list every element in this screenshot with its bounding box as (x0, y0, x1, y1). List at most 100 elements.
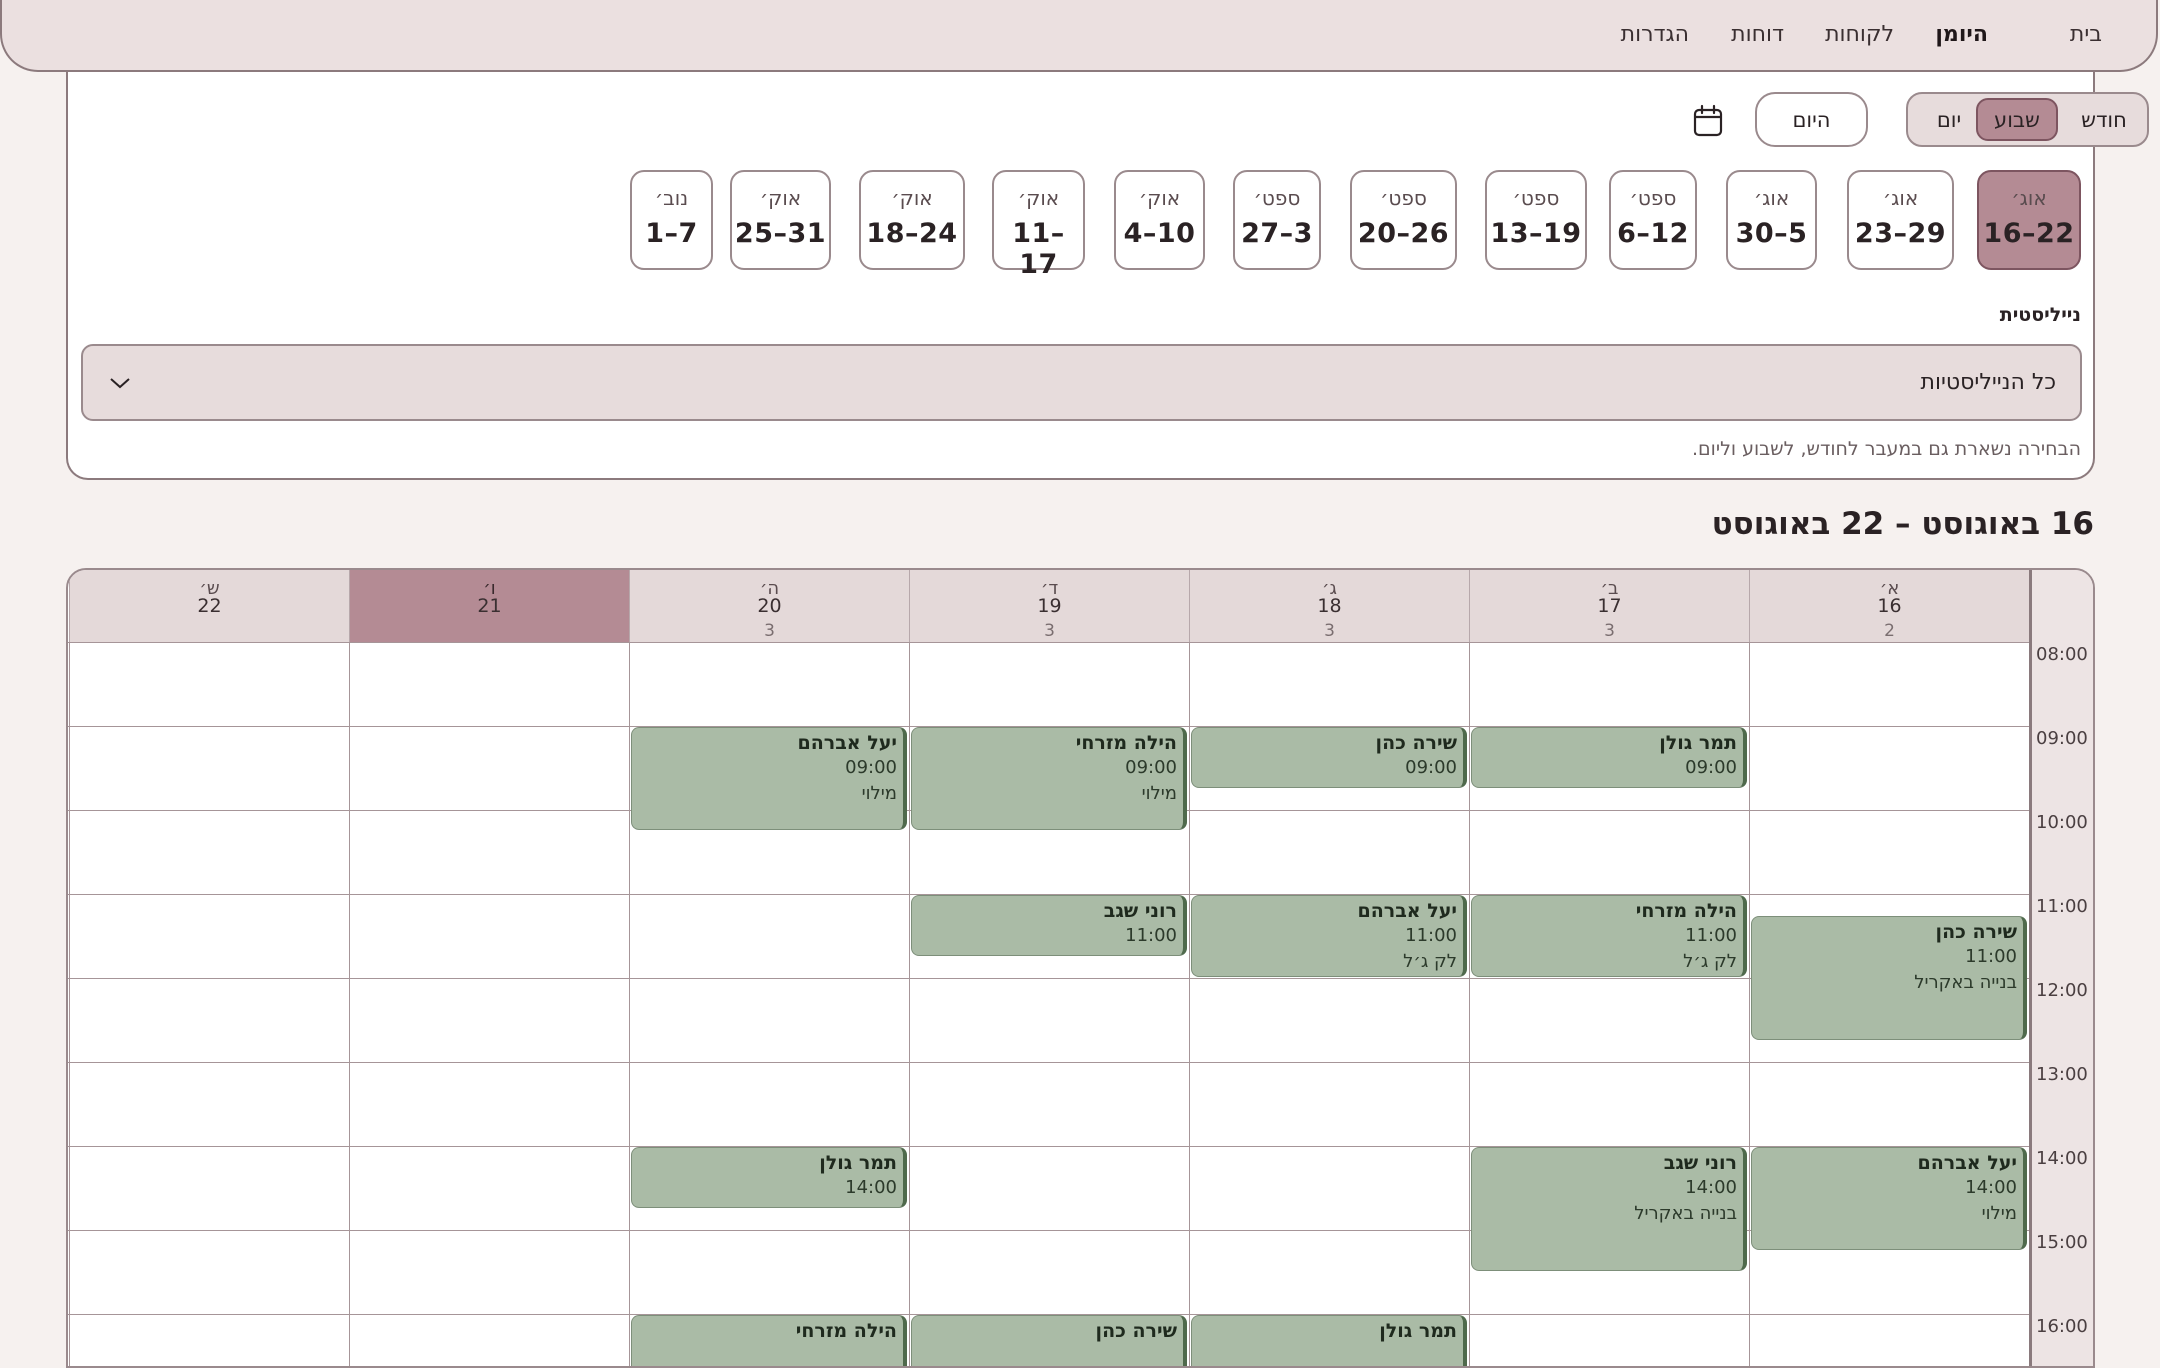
week-chip-month: נוב׳ (654, 186, 689, 210)
appointment-card[interactable]: רוני שגב 11:00 (911, 895, 1187, 956)
nav-reports[interactable]: דוחות (1731, 22, 1784, 47)
appointment-client: יעל אברהם (1357, 900, 1458, 922)
week-chip-range: 13–19 (1490, 218, 1582, 249)
view-day-button[interactable]: יום (1914, 98, 1984, 141)
appointment-client: הילה מזרחי (1635, 900, 1737, 922)
week-chip-range: 27–3 (1241, 218, 1313, 249)
time-label: 15:00 (2036, 1232, 2088, 1253)
week-chip[interactable]: ספט׳ 6–12 (1609, 170, 1697, 270)
appointment-card[interactable]: תמר גולן (1191, 1315, 1467, 1366)
day-header[interactable]: ד׳ 19 3 (909, 570, 1189, 642)
week-chip-range: 20–26 (1357, 218, 1450, 249)
week-chip-range: 11–17 (1012, 218, 1065, 280)
appointment-card[interactable]: הילה מזרחי (631, 1315, 907, 1366)
day-header[interactable]: ג׳ 18 3 (1189, 570, 1469, 642)
week-chip-range: 4–10 (1123, 218, 1196, 249)
appointment-client: רוני שגב (1103, 900, 1177, 922)
nav-settings[interactable]: הגדרות (1621, 22, 1689, 47)
filter-hint: הבחירה נשארת גם במעבר לחודש, לשבוע וליום… (1692, 438, 2081, 460)
week-chip-month: ספט׳ (1380, 186, 1427, 210)
week-chip-range: 18–24 (866, 218, 958, 249)
week-chip[interactable]: אוג׳ 30–5 (1726, 170, 1817, 270)
week-chip[interactable]: ספט׳ 20–26 (1350, 170, 1457, 270)
appointment-card[interactable]: שירה כהן 11:00 בנייה באקריל (1751, 916, 2027, 1040)
week-chip[interactable]: נוב׳ 1–7 (630, 170, 713, 270)
day-header-count: 3 (1604, 621, 1615, 641)
appointment-card[interactable]: הילה מזרחי 09:00 מילוי (911, 727, 1187, 830)
day-column-divider (349, 642, 350, 1366)
day-header-date: 19 (1037, 595, 1062, 617)
week-chip[interactable]: ספט׳ 27–3 (1233, 170, 1321, 270)
technician-select[interactable]: כל הנייליסטיות (81, 344, 2082, 421)
appointment-service: מילוי (1981, 1203, 2017, 1224)
view-week-button[interactable]: שבוע (1976, 98, 2058, 141)
calendar-controls-panel: יום שבוע חודש היום אוג׳ 16–22 אוג׳ 23–29 אוג… (66, 72, 2149, 480)
week-chip[interactable]: אוק׳ 25–31 (730, 170, 831, 270)
week-chip[interactable]: אוק׳ 4–10 (1114, 170, 1205, 270)
nav-home[interactable]: בית (2070, 22, 2102, 47)
week-chip-month: אוק׳ (1138, 186, 1181, 210)
week-chip-month: אוג׳ (2011, 186, 2047, 210)
appointment-card[interactable]: יעל אברהם 14:00 מילוי (1751, 1147, 2027, 1250)
week-chip-month: אוק׳ (759, 186, 802, 210)
appointment-time: 14:00 (1685, 1177, 1737, 1198)
time-label: 09:00 (2036, 728, 2088, 749)
appointment-card[interactable]: תמר גולן 14:00 (631, 1147, 907, 1208)
appointment-time: 09:00 (1125, 757, 1177, 778)
view-month-button[interactable]: חודש (2063, 98, 2145, 141)
appointment-time: 09:00 (845, 757, 897, 778)
hour-gridline (68, 642, 2029, 643)
day-header-count: 2 (1884, 621, 1895, 641)
hour-gridline (68, 978, 2029, 979)
appointment-time: 11:00 (1405, 925, 1457, 946)
appointment-card[interactable]: שירה כהן 09:00 (1191, 727, 1467, 788)
appointment-time: 11:00 (1965, 946, 2017, 967)
today-button[interactable]: היום (1755, 92, 1868, 147)
appointment-card[interactable]: תמר גולן 09:00 (1471, 727, 1747, 788)
day-column-divider (1749, 642, 1750, 1366)
time-label: 16:00 (2036, 1316, 2088, 1337)
appointment-time: 14:00 (1965, 1177, 2017, 1198)
day-column-divider (1469, 642, 1470, 1366)
appointment-client: הילה מזרחי (795, 1320, 897, 1342)
week-chip[interactable]: אוג׳ 16–22 (1977, 170, 2081, 270)
nav-calendar[interactable]: היומן (1935, 22, 1988, 47)
week-chip[interactable]: אוג׳ 23–29 (1847, 170, 1954, 270)
appointment-card[interactable]: רוני שגב 14:00 בנייה באקריל (1471, 1147, 1747, 1271)
day-header-count: 3 (1044, 621, 1055, 641)
appointment-card[interactable]: יעל אברהם 09:00 מילוי (631, 727, 907, 830)
day-header-date: 18 (1317, 595, 1342, 617)
week-chip[interactable]: ספט׳ 13–19 (1485, 170, 1587, 270)
appointment-card[interactable]: הילה מזרחי 11:00 לק ג׳ל (1471, 895, 1747, 977)
appointment-time: 09:00 (1685, 757, 1737, 778)
day-header[interactable]: ו׳ 21 (349, 570, 629, 642)
appointment-card[interactable]: שירה כהן (911, 1315, 1187, 1366)
week-chip-month: ספט׳ (1512, 186, 1560, 210)
appointment-service: בנייה באקריל (1914, 972, 2017, 993)
week-chip-month: ספט׳ (1253, 186, 1301, 210)
day-header-date: 20 (757, 595, 782, 617)
day-header-date: 22 (197, 595, 222, 617)
day-column-divider (69, 642, 70, 1366)
week-chip-month: אוג׳ (1753, 186, 1790, 210)
day-header[interactable]: ב׳ 17 3 (1469, 570, 1749, 642)
time-label: 10:00 (2036, 812, 2088, 833)
week-chip-month: אוג׳ (1882, 186, 1919, 210)
day-header[interactable]: ה׳ 20 3 (629, 570, 909, 642)
appointment-card[interactable]: יעל אברהם 11:00 לק ג׳ל (1191, 895, 1467, 977)
nav-clients[interactable]: לקוחות (1825, 22, 1894, 47)
appointment-client: תמר גולן (819, 1152, 897, 1174)
week-chip[interactable]: אוק׳ 11–17 (992, 170, 1085, 280)
appointment-service: בנייה באקריל (1634, 1203, 1737, 1224)
appointment-client: יעל אברהם (797, 732, 898, 754)
week-chip-range: 23–29 (1854, 218, 1947, 249)
appointment-client: שירה כהן (1095, 1320, 1177, 1342)
day-header-date: 16 (1877, 595, 1902, 617)
appointment-time: 09:00 (1405, 757, 1457, 778)
calendar-icon[interactable] (1692, 104, 1724, 138)
day-header[interactable]: ש׳ 22 (69, 570, 349, 642)
appointment-time: 11:00 (1125, 925, 1177, 946)
week-chip-range: 16–22 (1983, 218, 2075, 249)
week-chip[interactable]: אוק׳ 18–24 (859, 170, 965, 270)
day-header[interactable]: א׳ 16 2 (1749, 570, 2029, 642)
